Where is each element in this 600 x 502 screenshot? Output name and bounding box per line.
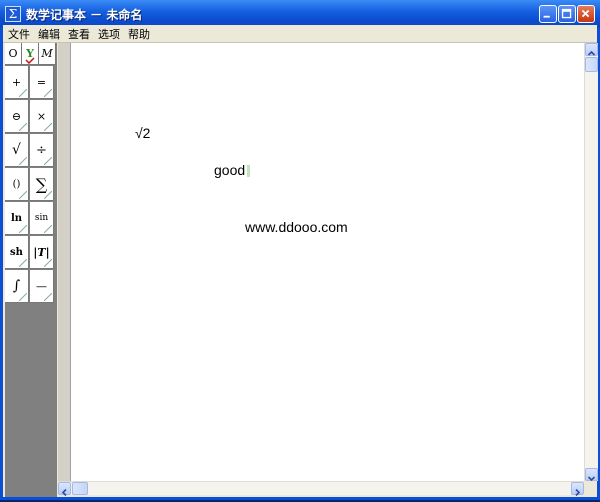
- palette-ln[interactable]: ln: [5, 202, 29, 235]
- scroll-up-button[interactable]: [585, 43, 598, 56]
- window-title: 数学记事本 － 未命名: [26, 8, 143, 22]
- corner-mark-icon: [44, 123, 52, 131]
- palette-times[interactable]: ×: [30, 100, 54, 133]
- palette-sum[interactable]: ∑: [30, 168, 54, 201]
- palette-integral[interactable]: ∫: [5, 270, 29, 303]
- palette-label-o: O: [8, 47, 18, 60]
- palette-abs[interactable]: |T|: [30, 236, 54, 269]
- palette-parentheses[interactable]: (): [5, 168, 29, 201]
- palette-cell-m[interactable]: M: [39, 43, 56, 65]
- chevron-left-icon: [61, 488, 67, 497]
- minimize-icon: [543, 15, 550, 18]
- corner-mark-icon: [19, 225, 27, 233]
- corner-mark-icon: [19, 89, 27, 97]
- palette-equals[interactable]: =: [30, 66, 54, 99]
- menu-view[interactable]: 查看: [68, 26, 90, 42]
- sqrt-expression[interactable]: √2: [135, 125, 150, 141]
- sigma-app-icon[interactable]: Σ: [5, 6, 21, 22]
- text-good[interactable]: good: [214, 162, 245, 178]
- corner-mark-icon: [19, 293, 27, 301]
- resize-corner[interactable]: [584, 481, 597, 494]
- palette-sh[interactable]: sh: [5, 236, 29, 269]
- menu-help[interactable]: 帮助: [128, 26, 150, 42]
- corner-mark-icon: [19, 191, 27, 199]
- menu-file[interactable]: 文件: [8, 26, 30, 42]
- left-gutter: [58, 43, 71, 481]
- text-cursor: [247, 165, 250, 177]
- corner-mark-icon: [44, 225, 52, 233]
- vertical-scroll-thumb[interactable]: [585, 57, 598, 72]
- menu-bar: 文件 编辑 查看 选项 帮助: [3, 25, 597, 43]
- corner-mark-icon: [44, 259, 52, 267]
- text-url[interactable]: www.ddooo.com: [245, 219, 348, 235]
- palette-sqrt[interactable]: √: [5, 134, 29, 167]
- menu-options[interactable]: 选项: [98, 26, 120, 42]
- corner-mark-icon: [19, 123, 27, 131]
- close-icon: [581, 9, 590, 18]
- corner-mark-icon: [44, 89, 52, 97]
- palette-sin[interactable]: sin: [30, 202, 54, 235]
- corner-mark-icon: [19, 157, 27, 165]
- vertical-scrollbar[interactable]: [584, 43, 598, 482]
- palette-fraction[interactable]: ÷: [30, 134, 54, 167]
- corner-mark-icon: [19, 259, 27, 267]
- maximize-button[interactable]: [558, 5, 576, 23]
- scroll-right-button[interactable]: [571, 482, 584, 497]
- palette-label-m: M: [41, 47, 53, 60]
- symbol-palette: O Y M + = ⊖ × √ ÷ () ∑ ln sin sh |T| ∫ —: [5, 43, 57, 497]
- scroll-down-button[interactable]: [585, 468, 598, 482]
- checkmark-icon: [25, 57, 35, 64]
- corner-mark-icon: [44, 157, 52, 165]
- scroll-left-button[interactable]: [58, 482, 71, 497]
- app-window: Σ 数学记事本 － 未命名 文件 编辑 查看 选项 帮助 O Y M + = ⊖…: [0, 0, 600, 500]
- horizontal-scrollbar[interactable]: [58, 481, 584, 497]
- corner-mark-icon: [44, 191, 52, 199]
- palette-plus[interactable]: +: [5, 66, 29, 99]
- menu-edit[interactable]: 编辑: [38, 26, 60, 42]
- title-bar[interactable]: Σ 数学记事本 － 未命名: [0, 0, 600, 28]
- close-button[interactable]: [577, 5, 595, 23]
- palette-cell-o[interactable]: O: [5, 43, 22, 65]
- chevron-right-icon: [575, 488, 581, 497]
- palette-circled-minus[interactable]: ⊖: [5, 100, 29, 133]
- corner-mark-icon: [44, 293, 52, 301]
- palette-line[interactable]: —: [30, 270, 54, 303]
- minimize-button[interactable]: [539, 5, 557, 23]
- maximize-icon: [561, 8, 572, 19]
- palette-cell-y[interactable]: Y: [22, 43, 39, 65]
- horizontal-scroll-thumb[interactable]: [72, 482, 88, 495]
- document-area[interactable]: √2 good www.ddooo.com: [71, 43, 584, 481]
